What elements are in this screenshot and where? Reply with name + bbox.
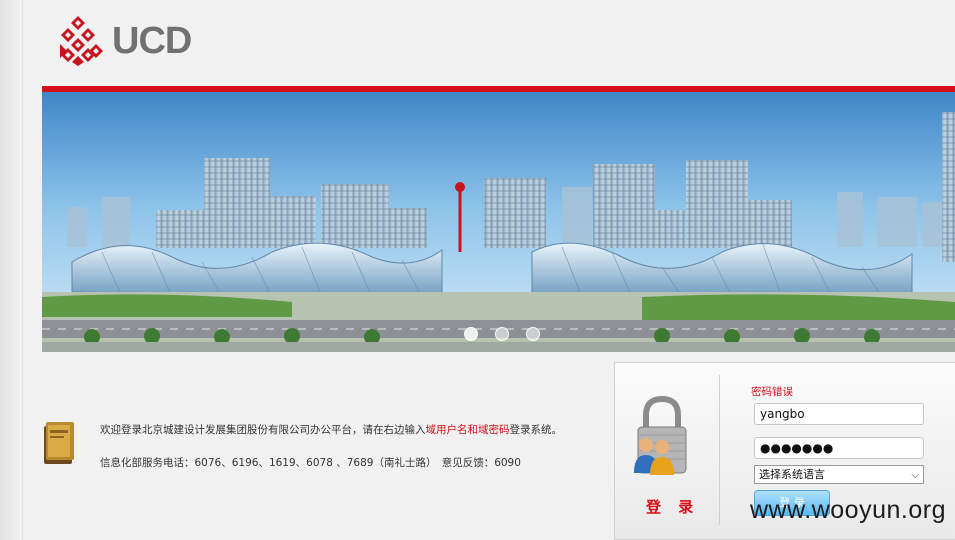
welcome-text-highlight: 域用户名和域密码 bbox=[425, 424, 510, 436]
ucd-logo-mark-icon bbox=[60, 16, 103, 66]
watermark-text: www.wooyun.org bbox=[750, 496, 946, 524]
password-error-message: 密码错误 bbox=[751, 386, 793, 398]
language-select-value: 选择系统语言 bbox=[759, 468, 825, 481]
username-input[interactable]: yangbo bbox=[754, 403, 924, 425]
ucd-logo: UCD bbox=[58, 14, 208, 66]
lock-users-icon bbox=[634, 395, 687, 475]
city-rendering-image bbox=[42, 92, 955, 352]
password-input[interactable]: ●●●●●●● bbox=[754, 437, 924, 459]
left-edge-shadow bbox=[0, 0, 23, 540]
banner-dot-1[interactable] bbox=[464, 327, 478, 341]
chevron-down-icon: ⌵ bbox=[911, 470, 919, 481]
welcome-text-part1: 欢迎登录北京城建设计发展集团股份有限公司办公平台，请在右边输入 bbox=[100, 424, 426, 436]
service-contact-text: 信息化部服务电话：6076、6196、1619、6078 、7689（南礼士路）… bbox=[100, 457, 521, 469]
login-panel-divider bbox=[719, 375, 720, 525]
language-select[interactable]: 选择系统语言 ⌵ bbox=[754, 465, 924, 484]
banner-dot-3[interactable] bbox=[526, 327, 540, 341]
welcome-text: 欢迎登录北京城建设计发展集团股份有限公司办公平台，请在右边输入域用户名和域密码登… bbox=[100, 422, 562, 437]
book-icon bbox=[44, 422, 74, 464]
banner-dot-2[interactable] bbox=[495, 327, 509, 341]
logo-text: UCD bbox=[112, 20, 192, 62]
login-title: 登 录 bbox=[646, 498, 700, 516]
banner-image bbox=[42, 92, 955, 352]
welcome-text-part2: 登录系统。 bbox=[509, 424, 563, 436]
